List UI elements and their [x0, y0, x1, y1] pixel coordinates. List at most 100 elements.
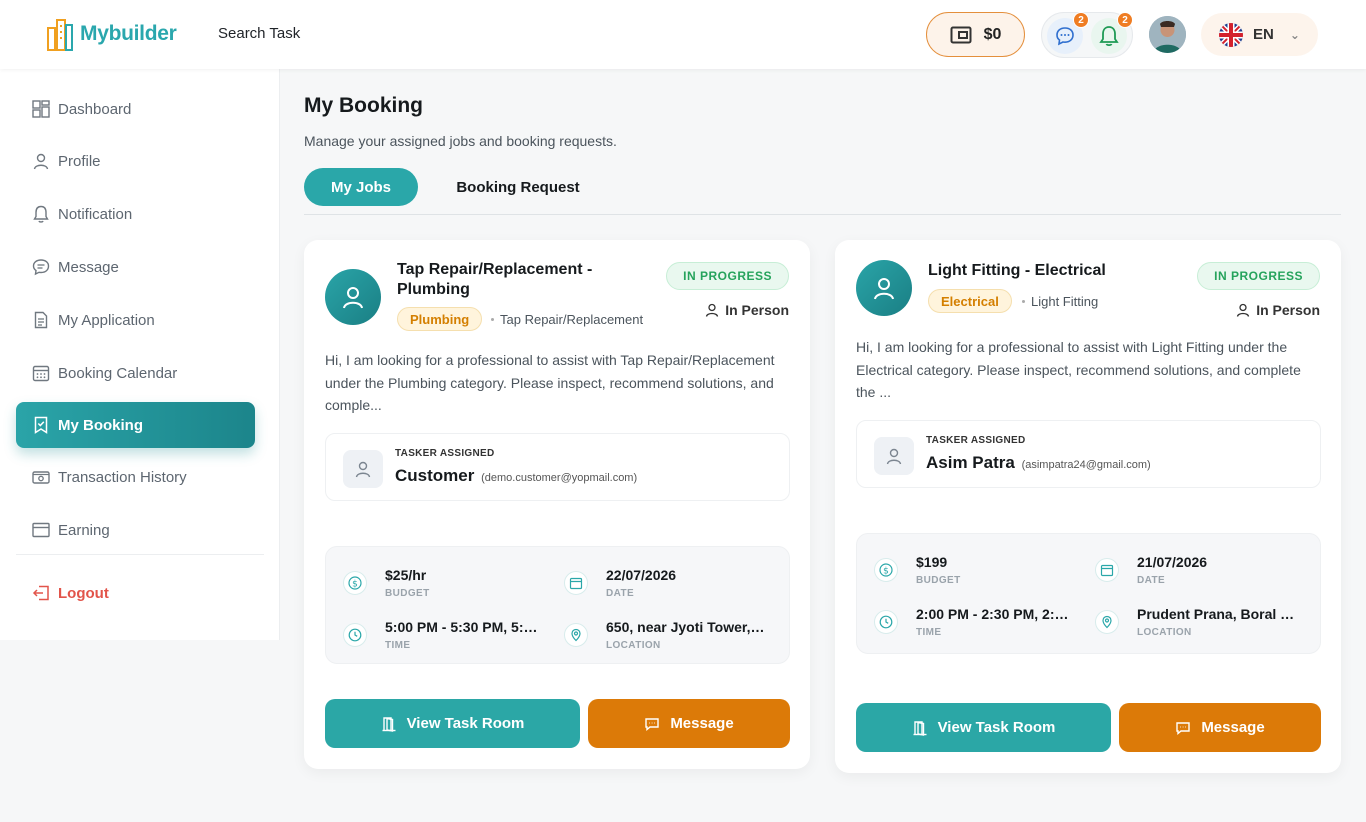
svg-text:$: $	[883, 566, 889, 576]
sidebar-item-label: Profile	[58, 152, 101, 170]
search-task-link[interactable]: Search Task	[218, 25, 300, 42]
client-avatar	[325, 269, 381, 325]
chat-bubble-icon	[1056, 27, 1074, 46]
job-info-panel: $ $199 BUDGET 21/07/2026 DATE 2:00 PM - …	[856, 533, 1321, 654]
sidebar-item-label: Message	[58, 258, 119, 276]
clock-icon	[343, 623, 367, 647]
sidebar-item-label: My Application	[58, 311, 155, 329]
sidebar-item-label: My Booking	[58, 416, 143, 434]
user-icon	[874, 278, 894, 300]
sidebar-item-label: Notification	[58, 205, 133, 223]
language-selector[interactable]: EN ⌄	[1201, 13, 1318, 56]
chat-icon	[645, 717, 660, 731]
card-icon	[32, 521, 50, 539]
subcategory: Tap Repair/Replacement	[491, 312, 643, 327]
messages-button[interactable]: 2	[1047, 12, 1089, 54]
messages-count-badge: 2	[1073, 12, 1089, 28]
uk-flag-icon	[1219, 22, 1243, 47]
header-icon-group: 2 2	[1041, 12, 1133, 58]
category-badge: Electrical	[928, 289, 1012, 313]
tab-booking-request[interactable]: Booking Request	[436, 168, 600, 206]
view-task-room-button[interactable]: View Task Room	[856, 703, 1111, 752]
wallet-amount: $0	[983, 25, 1002, 43]
sidebar-item-notification[interactable]: Notification	[16, 191, 255, 237]
page-subtitle: Manage your assigned jobs and booking re…	[304, 133, 617, 149]
door-icon	[913, 720, 927, 736]
job-card: Light Fitting - Electrical Electrical Li…	[835, 240, 1341, 773]
sidebar: Dashboard Profile Notification Message M…	[0, 69, 280, 640]
logout-button[interactable]: Logout	[16, 570, 255, 616]
tasker-name: Customer (demo.customer@yopmail.com)	[395, 466, 638, 485]
sidebar-item-label: Dashboard	[58, 100, 132, 118]
calendar-icon	[1095, 558, 1119, 582]
message-button[interactable]: Message	[1119, 703, 1321, 752]
user-icon	[706, 303, 719, 317]
message-button[interactable]: Message	[588, 699, 790, 748]
tasker-label: TASKER ASSIGNED	[395, 448, 495, 459]
language-code: EN	[1253, 26, 1274, 43]
job-title[interactable]: Tap Repair/Replacement - Plumbing	[397, 260, 592, 300]
chevron-down-icon: ⌄	[1289, 27, 1300, 42]
door-icon	[382, 716, 396, 732]
tasker-email: (demo.customer@yopmail.com)	[481, 472, 638, 484]
sidebar-item-my-booking[interactable]: My Booking	[16, 402, 255, 448]
sidebar-item-earning[interactable]: Earning	[16, 507, 255, 553]
logout-label: Logout	[58, 584, 109, 602]
document-icon	[32, 311, 50, 329]
user-icon	[1237, 303, 1250, 317]
notifications-count-badge: 2	[1117, 12, 1133, 28]
sidebar-item-transaction-history[interactable]: Transaction History	[16, 454, 255, 500]
svg-text:$: $	[352, 579, 358, 589]
tab-my-jobs[interactable]: My Jobs	[304, 168, 418, 206]
cash-icon	[32, 468, 50, 486]
bell-icon	[32, 205, 50, 223]
view-task-room-button[interactable]: View Task Room	[325, 699, 580, 748]
client-avatar	[856, 260, 912, 316]
category-badge: Plumbing	[397, 307, 483, 331]
tasker-assigned-box: TASKER ASSIGNED Customer (demo.customer@…	[325, 433, 790, 501]
status-badge: IN PROGRESS	[666, 262, 789, 290]
sidebar-item-label: Earning	[58, 521, 110, 539]
user-photo-icon	[1149, 16, 1186, 53]
wallet-button[interactable]: $0	[926, 12, 1025, 57]
job-title[interactable]: Light Fitting - Electrical	[928, 261, 1106, 281]
notifications-button[interactable]: 2	[1091, 12, 1133, 54]
tasker-name: Asim Patra (asimpatra24@gmail.com)	[926, 453, 1151, 472]
sidebar-item-profile[interactable]: Profile	[16, 138, 255, 184]
sidebar-item-dashboard[interactable]: Dashboard	[16, 86, 255, 132]
user-icon	[343, 450, 383, 488]
chat-icon	[1176, 721, 1191, 735]
tasker-email: (asimpatra24@gmail.com)	[1021, 459, 1151, 471]
wallet-icon	[950, 26, 972, 43]
top-bar: Mybuilder Search Task $0 2 2 EN ⌄	[0, 0, 1366, 69]
tabs-divider	[304, 214, 1341, 215]
location-pin-icon	[1095, 610, 1119, 634]
user-icon	[343, 287, 363, 309]
job-description: Hi, I am looking for a professional to a…	[856, 339, 1301, 400]
tasker-assigned-box: TASKER ASSIGNED Asim Patra (asimpatra24@…	[856, 420, 1321, 488]
job-info-panel: $ $25/hr BUDGET 22/07/2026 DATE 5:00 PM …	[325, 546, 790, 664]
bookmark-check-icon	[32, 416, 50, 434]
logo[interactable]: Mybuilder	[46, 16, 177, 52]
sidebar-item-label: Transaction History	[58, 468, 187, 486]
logout-icon	[32, 584, 50, 602]
user-avatar[interactable]	[1149, 16, 1186, 53]
work-mode: In Person	[1236, 302, 1320, 318]
dollar-icon: $	[874, 558, 898, 582]
tasker-label: TASKER ASSIGNED	[926, 435, 1026, 446]
work-mode: In Person	[705, 302, 789, 318]
user-icon	[874, 437, 914, 475]
sidebar-item-my-application[interactable]: My Application	[16, 297, 255, 343]
sidebar-item-booking-calendar[interactable]: Booking Calendar	[16, 350, 255, 396]
job-description: Hi, I am looking for a professional to a…	[325, 352, 775, 413]
clock-icon	[874, 610, 898, 634]
bell-icon	[1099, 26, 1119, 47]
sidebar-item-message[interactable]: Message	[16, 244, 255, 290]
chat-bubble-icon	[32, 258, 50, 276]
page-title: My Booking	[304, 94, 423, 117]
dollar-icon: $	[343, 571, 367, 595]
dashboard-icon	[32, 100, 50, 118]
job-card: Tap Repair/Replacement - Plumbing Plumbi…	[304, 240, 810, 769]
sidebar-item-label: Booking Calendar	[58, 364, 178, 382]
sidebar-divider	[16, 554, 264, 555]
